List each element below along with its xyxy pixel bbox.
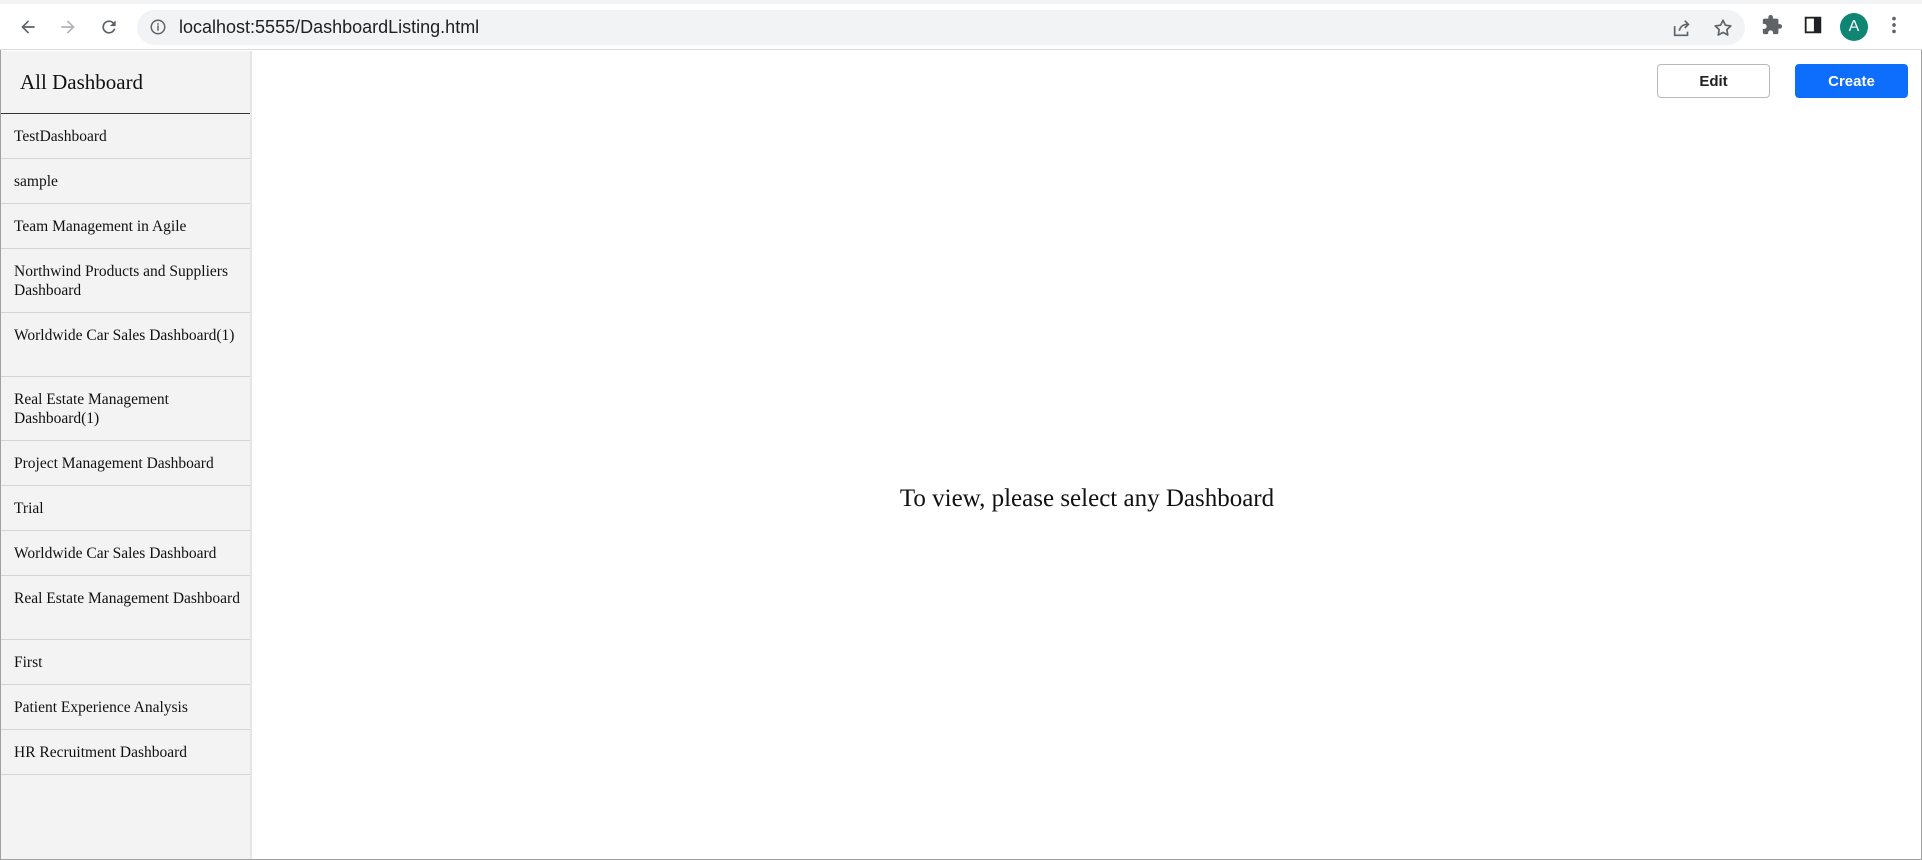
sidebar-item-label: Real Estate Management Dashboard(1) — [14, 391, 169, 427]
share-icon[interactable] — [1671, 17, 1693, 39]
reload-button[interactable] — [94, 12, 124, 42]
bookmark-star-icon[interactable] — [1712, 17, 1734, 39]
page-frame — [0, 50, 1922, 860]
sidebar-item[interactable]: Patient Experience Analysis — [1, 685, 250, 730]
side-panel-icon[interactable] — [1802, 14, 1824, 36]
forward-arrow-icon — [61, 20, 75, 34]
sidebar-item[interactable]: TestDashboard — [1, 114, 250, 159]
sidebar-item-label: Team Management in Agile — [14, 217, 187, 235]
sidebar-item-label: Patient Experience Analysis — [14, 698, 188, 716]
sidebar-item[interactable]: Northwind Products and Suppliers Dashboa… — [1, 249, 250, 313]
back-arrow-icon — [21, 20, 35, 34]
reload-icon — [102, 20, 116, 34]
sidebar-item-label: Project Management Dashboard — [14, 454, 214, 472]
sidebar-item-label: First — [14, 653, 43, 671]
sidebar-item-label: TestDashboard — [14, 127, 107, 145]
sidebar-item[interactable]: Real Estate Management Dashboard(1) — [1, 377, 250, 441]
dashboard-sidebar: All Dashboard TestDashboard sample Team Ma… — [1, 51, 252, 859]
dashboard-list: TestDashboard sample Team Management in Ag… — [1, 114, 250, 775]
profile-avatar[interactable]: A — [1840, 13, 1868, 41]
extensions-puzzle-icon[interactable] — [1761, 14, 1783, 36]
sidebar-item[interactable]: Trial — [1, 486, 250, 531]
create-button[interactable]: Create — [1795, 64, 1908, 98]
sidebar-item-label: sample — [14, 172, 58, 190]
sidebar-item[interactable]: Real Estate Management Dashboard — [1, 576, 250, 640]
tab-strip — [0, 0, 1922, 4]
edit-button[interactable]: Edit — [1657, 64, 1770, 98]
sidebar-item[interactable]: Team Management in Agile — [1, 204, 250, 249]
sidebar-item[interactable]: Worldwide Car Sales Dashboard(1) — [1, 313, 250, 377]
sidebar-item-label: HR Recruitment Dashboard — [14, 743, 188, 761]
sidebar-item-label: Worldwide Car Sales Dashboard(1) — [14, 327, 235, 344]
site-info-icon[interactable] — [149, 18, 167, 36]
sidebar-item[interactable]: Worldwide Car Sales Dashboard — [1, 531, 250, 576]
sidebar-title: All Dashboard — [1, 51, 250, 114]
back-button[interactable] — [13, 12, 43, 42]
sidebar-item-label: Real Estate Management Dashboard — [14, 590, 240, 607]
sidebar-item-label: Northwind Products and Suppliers Dashboa… — [14, 263, 228, 299]
sidebar-item[interactable]: HR Recruitment Dashboard — [1, 730, 250, 775]
url-text[interactable]: localhost:5555/DashboardListing.html — [179, 18, 479, 37]
sidebar-item[interactable]: First — [1, 640, 250, 685]
sidebar-item-label: Worldwide Car Sales Dashboard — [14, 544, 217, 562]
empty-state-message: To view, please select any Dashboard — [899, 485, 1275, 512]
sidebar-item[interactable]: sample — [1, 159, 250, 204]
sidebar-item[interactable]: Project Management Dashboard — [1, 441, 250, 486]
forward-button[interactable] — [53, 12, 83, 42]
address-bar[interactable]: localhost:5555/DashboardListing.html — [137, 10, 1745, 45]
more-menu-icon[interactable] — [1883, 14, 1905, 36]
sidebar-item-label: Trial — [14, 499, 44, 517]
browser-toolbar: localhost:5555/DashboardListing.html A — [0, 0, 1922, 50]
